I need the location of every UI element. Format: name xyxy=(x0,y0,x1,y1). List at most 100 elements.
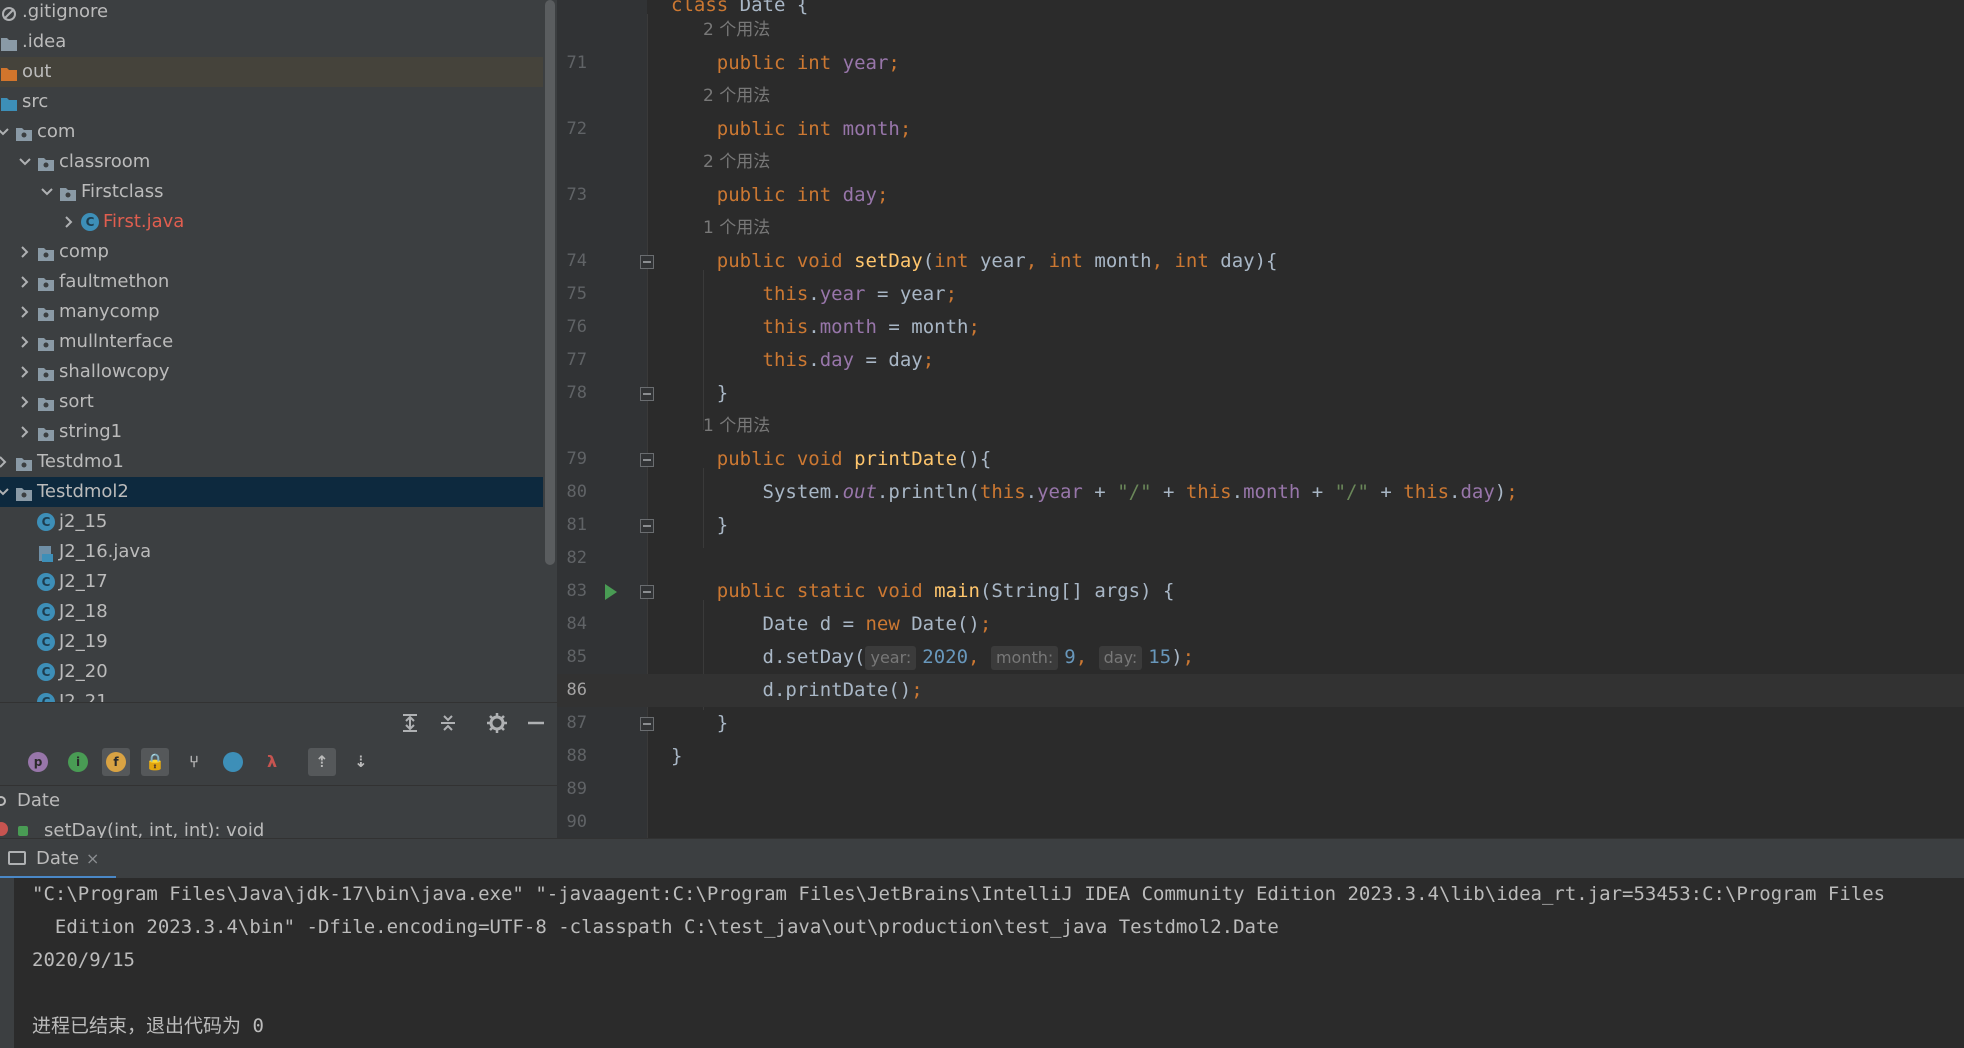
non-public-filter-icon[interactable]: 🔒 xyxy=(141,748,169,776)
tree-item[interactable]: src xyxy=(0,87,543,117)
close-tab-icon[interactable]: × xyxy=(86,839,99,879)
code-line[interactable]: 83 public static void main(String[] args… xyxy=(557,575,1964,608)
chevron-down-icon[interactable] xyxy=(18,147,34,177)
inherited-filter-icon[interactable]: i xyxy=(64,748,92,776)
chevron-right-icon[interactable] xyxy=(62,207,78,237)
minimize-icon[interactable] xyxy=(522,709,550,737)
code-line[interactable]: 79 public void printDate(){ xyxy=(557,443,1964,476)
code-line[interactable]: 80 System.out.println(this.year + "/" + … xyxy=(557,476,1964,509)
tree-item[interactable]: C J2_17 xyxy=(0,567,543,597)
code-line[interactable]: 85 d.setDay(year: 2020, month: 9, day: 15); xyxy=(557,641,1964,674)
lambda-filter-icon[interactable]: λ xyxy=(258,748,286,776)
usage-hint[interactable]: 2 个用法 xyxy=(557,146,1964,179)
usage-hint[interactable]: 1 个用法 xyxy=(557,212,1964,245)
fold-marker-icon[interactable] xyxy=(640,717,654,731)
run-gutter-icon[interactable] xyxy=(605,584,617,600)
tree-item[interactable]: classroom xyxy=(0,147,543,177)
fold-marker-icon[interactable] xyxy=(640,585,654,599)
package-icon xyxy=(37,243,55,261)
code-line[interactable]: 73 public int day; xyxy=(557,179,1964,212)
tree-item[interactable]: Firstclass xyxy=(0,177,543,207)
fold-marker-icon[interactable] xyxy=(640,255,654,269)
fields-filter-icon[interactable]: f xyxy=(102,748,130,776)
code-line[interactable]: 78 } xyxy=(557,377,1964,410)
tree-item[interactable]: C J2_18 xyxy=(0,597,543,627)
tree-item[interactable]: .gitignore xyxy=(0,0,543,27)
chevron-right-icon[interactable] xyxy=(18,327,34,357)
tree-item-label: faultmethon xyxy=(59,271,170,292)
tree-item-label: J2_17 xyxy=(59,571,108,592)
autoscroll-to-source-icon[interactable]: ⇡ xyxy=(308,748,336,776)
collapse-all-icon[interactable] xyxy=(434,709,462,737)
tree-item[interactable]: Testdmol2 xyxy=(0,477,543,507)
code-line[interactable]: 84 Date d = new Date(); xyxy=(557,608,1964,641)
folder-icon xyxy=(0,63,18,81)
chevron-right-icon[interactable] xyxy=(0,447,12,477)
chevron-right-icon[interactable] xyxy=(18,387,34,417)
code-line[interactable]: 88} xyxy=(557,740,1964,773)
code-line[interactable]: 86 d.printDate(); xyxy=(557,674,1964,707)
tree-item[interactable]: .idea xyxy=(0,27,543,57)
usage-hint-text[interactable]: 2 个用法 xyxy=(703,14,770,47)
code-line[interactable]: 71 public int year; xyxy=(557,47,1964,80)
run-tab-date[interactable]: Date × xyxy=(0,839,116,879)
gear-icon[interactable] xyxy=(483,709,511,737)
tree-scrollbar[interactable] xyxy=(543,0,557,565)
usage-hint-text[interactable]: 2 个用法 xyxy=(703,80,770,113)
code-line[interactable]: 82 xyxy=(557,542,1964,575)
chevron-down-icon[interactable] xyxy=(0,477,12,507)
fold-marker-icon[interactable] xyxy=(640,387,654,401)
usage-hint[interactable]: 1 个用法 xyxy=(557,410,1964,443)
tree-item[interactable]: string1 xyxy=(0,417,543,447)
tree-item[interactable]: manycomp xyxy=(0,297,543,327)
chevron-right-icon[interactable] xyxy=(18,267,34,297)
tree-item[interactable]: C First.java xyxy=(0,207,543,237)
usage-hint-text[interactable]: 2 个用法 xyxy=(703,146,770,179)
chevron-right-icon[interactable] xyxy=(18,237,34,267)
code-line[interactable]: 87 } xyxy=(557,707,1964,740)
expand-all-icon[interactable] xyxy=(396,709,424,737)
tree-item[interactable]: Testdmo1 xyxy=(0,447,543,477)
usage-hint[interactable]: 2 个用法 xyxy=(557,80,1964,113)
hierarchy-filter-icon[interactable]: ⑂ xyxy=(180,748,208,776)
chevron-down-icon[interactable] xyxy=(0,117,12,147)
tree-item[interactable]: faultmethon xyxy=(0,267,543,297)
scrollbar-thumb[interactable] xyxy=(545,0,555,565)
line-number: 79 xyxy=(566,449,587,469)
fold-marker-icon[interactable] xyxy=(640,453,654,467)
code-line[interactable]: 90 xyxy=(557,806,1964,838)
tree-item[interactable]: C J2_21 xyxy=(0,687,543,702)
usage-hint-text[interactable]: 1 个用法 xyxy=(703,410,770,443)
chevron-down-icon[interactable] xyxy=(40,177,56,207)
anonymous-filter-icon[interactable] xyxy=(219,748,247,776)
chevron-right-icon[interactable] xyxy=(18,357,34,387)
code-line[interactable]: 72 public int month; xyxy=(557,113,1964,146)
usage-hint-text[interactable]: 1 个用法 xyxy=(703,212,770,245)
project-tree: .gitignore .idea out src com classroom Firstcl… xyxy=(0,0,557,702)
code-line[interactable]: 81 } xyxy=(557,509,1964,542)
tree-item[interactable]: C J2_20 xyxy=(0,657,543,687)
tree-item[interactable]: out xyxy=(0,57,543,87)
properties-filter-icon[interactable]: p xyxy=(24,748,52,776)
tree-item[interactable]: J2_16.java xyxy=(0,537,543,567)
code-line[interactable]: 76 this.month = month; xyxy=(557,311,1964,344)
tree-item[interactable]: comp xyxy=(0,237,543,267)
code-line[interactable]: 89 xyxy=(557,773,1964,806)
chevron-right-icon[interactable] xyxy=(18,417,34,447)
tree-item[interactable]: mullnterface xyxy=(0,327,543,357)
autoscroll-from-source-icon[interactable]: ⇣ xyxy=(347,748,375,776)
tree-item[interactable]: C J2_19 xyxy=(0,627,543,657)
code-line[interactable]: 75 this.year = year; xyxy=(557,278,1964,311)
run-console-output[interactable]: "C:\Program Files\Java\jdk-17\bin\java.e… xyxy=(0,878,1964,1048)
tree-item[interactable]: sort xyxy=(0,387,543,417)
tree-item-label: Testdmol2 xyxy=(37,481,129,502)
fold-marker-icon[interactable] xyxy=(640,519,654,533)
code-line[interactable]: 74 public void setDay(int year, int mont… xyxy=(557,245,1964,278)
tree-item[interactable]: com xyxy=(0,117,543,147)
tree-item[interactable]: Cj2_15 xyxy=(0,507,543,537)
tree-item[interactable]: shallowcopy xyxy=(0,357,543,387)
code-editor[interactable]: class Date {2 个用法 71 public int year; 2 个用… xyxy=(557,0,1964,838)
usage-hint[interactable]: 2 个用法 xyxy=(557,14,1964,47)
chevron-right-icon[interactable] xyxy=(18,297,34,327)
code-line[interactable]: 77 this.day = day; xyxy=(557,344,1964,377)
